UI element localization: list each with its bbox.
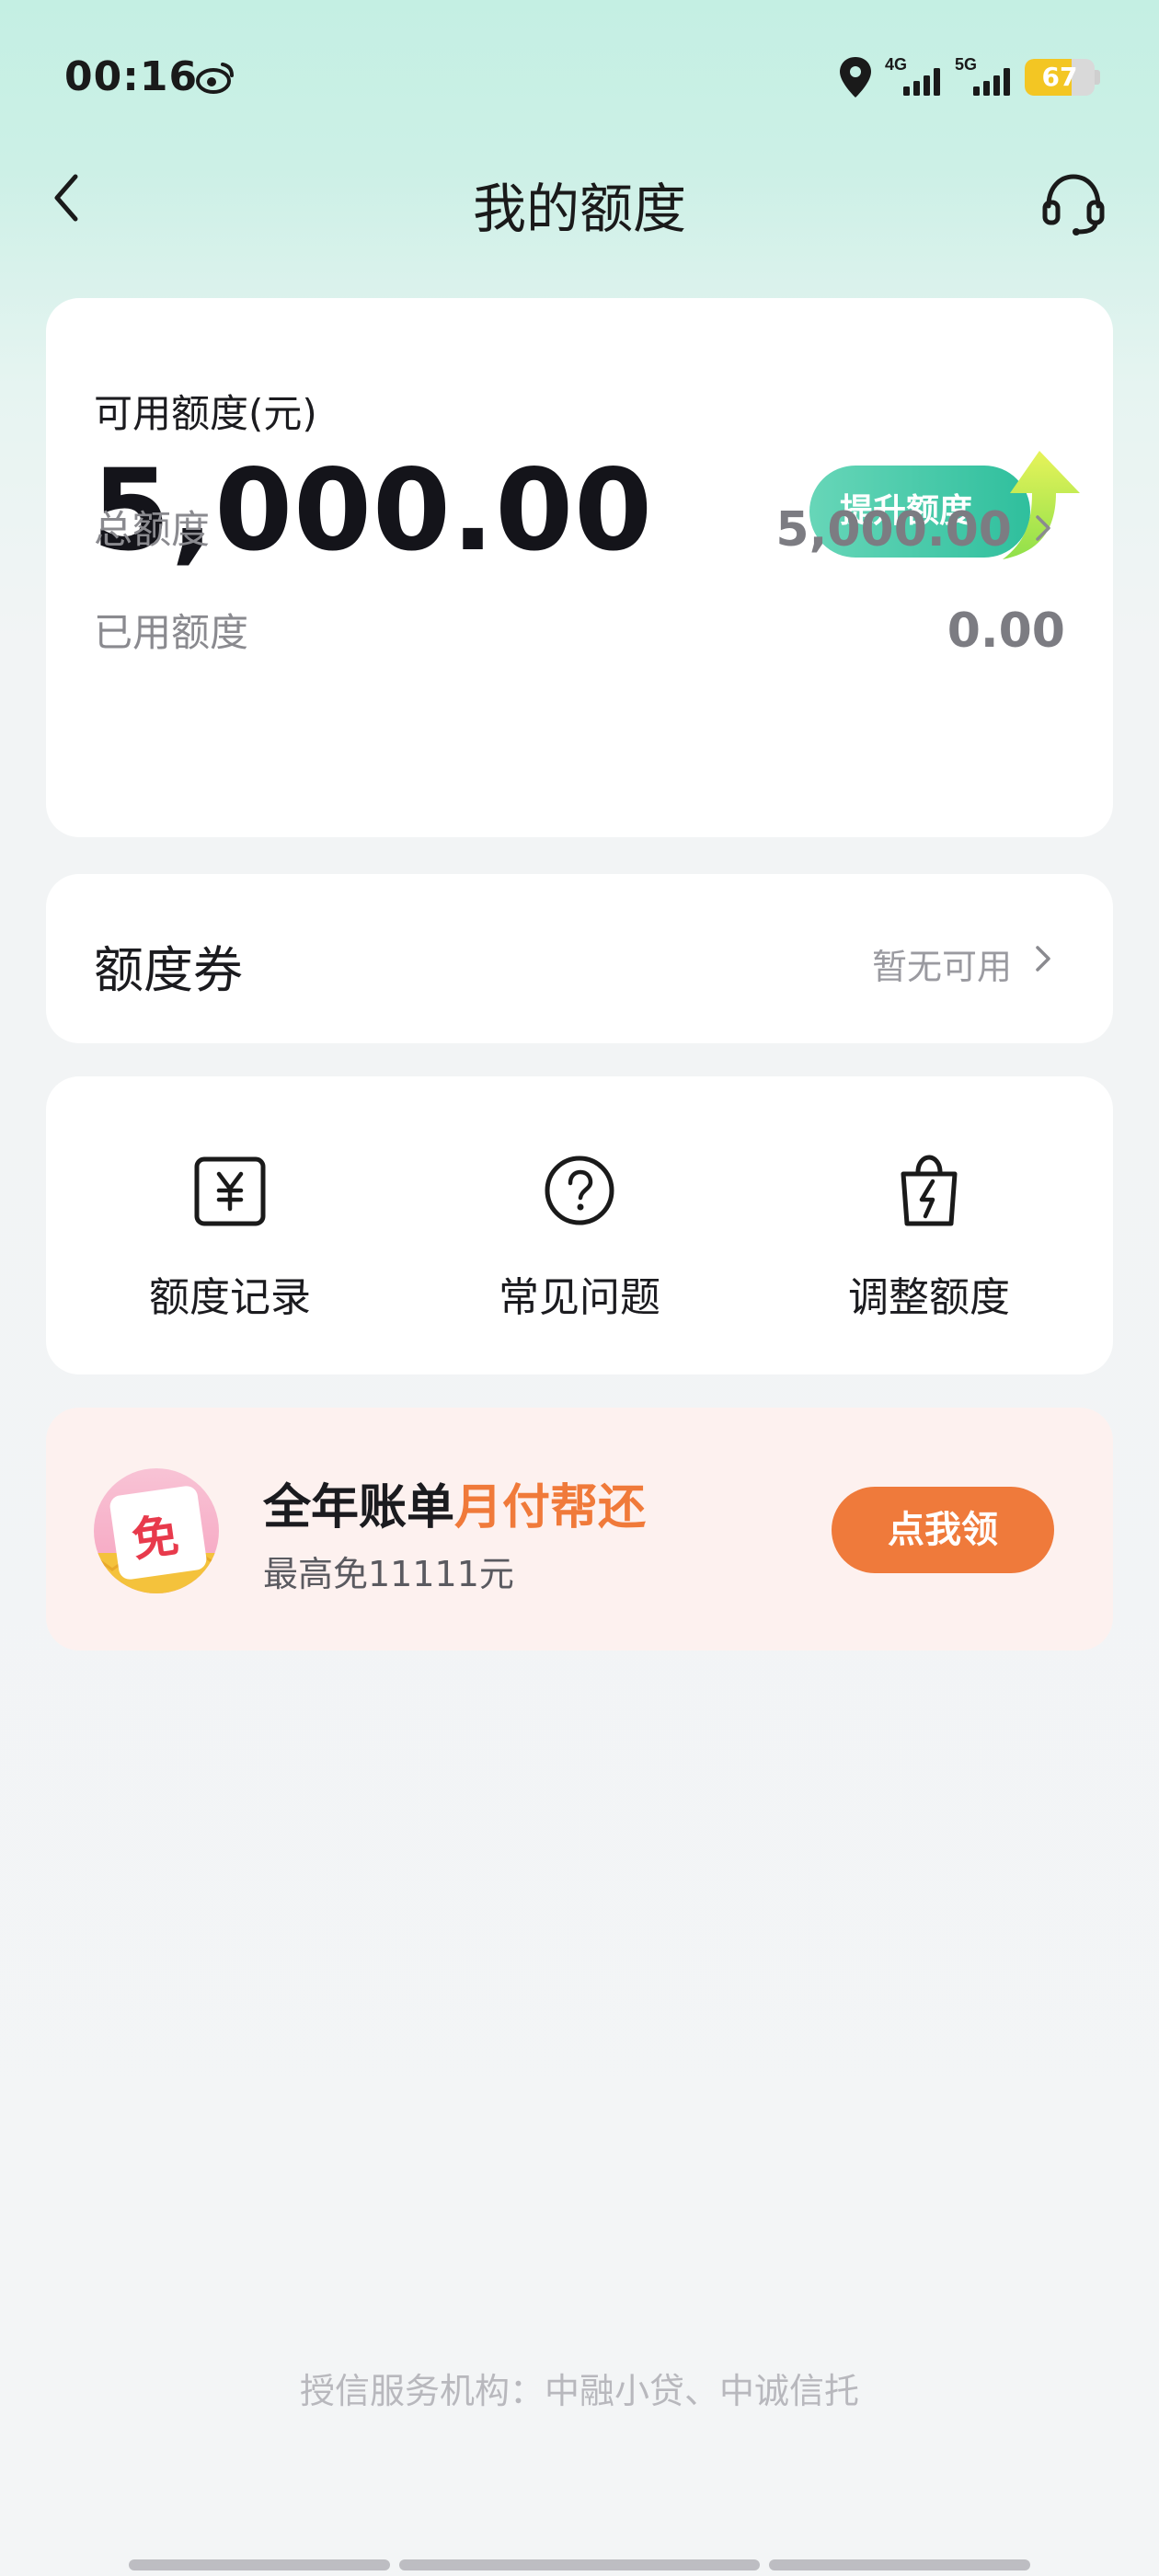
available-limit-label: 可用额度(元) bbox=[94, 391, 317, 436]
home-indicator-segment bbox=[129, 2559, 390, 2570]
lightning-bag-icon bbox=[901, 1155, 958, 1226]
cellular-signal-4g: 4G bbox=[883, 53, 957, 99]
home-indicator-segment bbox=[769, 2559, 1030, 2570]
status-time: 00:16 bbox=[64, 53, 199, 100]
promo-title: 全年账单月付帮还 bbox=[263, 1468, 646, 1537]
used-limit-value: 0.00 bbox=[947, 604, 1065, 659]
used-limit-label: 已用额度 bbox=[94, 610, 249, 655]
promo-subtitle: 最高免11111元 bbox=[263, 1554, 514, 1594]
action-limit-record[interactable]: 额度记录 bbox=[64, 1076, 396, 1374]
promo-title-highlight: 月付帮还 bbox=[454, 1480, 647, 1535]
action-label: 常见问题 bbox=[499, 1274, 660, 1321]
limit-coupon-card[interactable]: 额度券 暂无可用 bbox=[46, 874, 1113, 1043]
limit-card: 可用额度(元) 5,000.00 提升额度 总额度 5,000.00 已用额度 … bbox=[46, 298, 1113, 837]
action-faq[interactable]: 常见问题 bbox=[414, 1076, 745, 1374]
battery-percent: 67 bbox=[1041, 62, 1078, 92]
total-limit-value[interactable]: 5,000.00 bbox=[775, 502, 1012, 558]
action-label: 额度记录 bbox=[149, 1274, 311, 1321]
action-label: 调整额度 bbox=[848, 1274, 1010, 1321]
quick-actions-card: 额度记录 常见问题 调整额度 bbox=[46, 1076, 1113, 1374]
status-bar: 00:16 4G 5G 67 bbox=[0, 0, 1159, 156]
svg-text:4G: 4G bbox=[885, 55, 907, 74]
coupon-title: 额度券 bbox=[94, 941, 243, 999]
location-icon bbox=[840, 57, 871, 98]
total-limit-label: 总额度 bbox=[94, 507, 211, 552]
svg-text:5G: 5G bbox=[955, 55, 977, 74]
credit-institution-footer: 授信服务机构：中融小贷、中诚信托 bbox=[299, 2371, 859, 2411]
promo-banner[interactable]: 免 全年账单月付帮还 最高免11111元 点我领 bbox=[46, 1408, 1113, 1650]
chevron-right-icon[interactable] bbox=[1030, 940, 1056, 977]
yuan-record-icon bbox=[194, 1156, 266, 1226]
signal-bars-icon: 4G bbox=[885, 55, 940, 96]
coupon-badge-graphic: 免 bbox=[94, 1486, 219, 1593]
battery-nub bbox=[1095, 70, 1100, 85]
page-title: 我的额度 bbox=[472, 178, 686, 240]
coupon-status: 暂无可用 bbox=[871, 947, 1012, 987]
claim-button[interactable]: 点我领 bbox=[832, 1487, 1054, 1573]
signal-bars-icon: 5G bbox=[955, 55, 1010, 96]
free-badge-icon: 免 bbox=[94, 1468, 219, 1593]
promo-title-main: 全年账单 bbox=[263, 1480, 455, 1535]
headset-icon[interactable] bbox=[1039, 169, 1107, 237]
cellular-signal-5g: 5G bbox=[953, 53, 1027, 99]
chevron-right-icon[interactable] bbox=[1030, 510, 1056, 546]
question-circle-icon bbox=[545, 1156, 614, 1225]
action-adjust-limit[interactable]: 调整额度 bbox=[763, 1076, 1095, 1374]
badge-char: 免 bbox=[129, 1508, 182, 1567]
home-indicator-segment bbox=[399, 2559, 760, 2570]
nav-bar: 我的额度 bbox=[0, 156, 1159, 240]
battery-indicator: 67 bbox=[1025, 59, 1095, 96]
weibo-icon bbox=[196, 63, 234, 94]
